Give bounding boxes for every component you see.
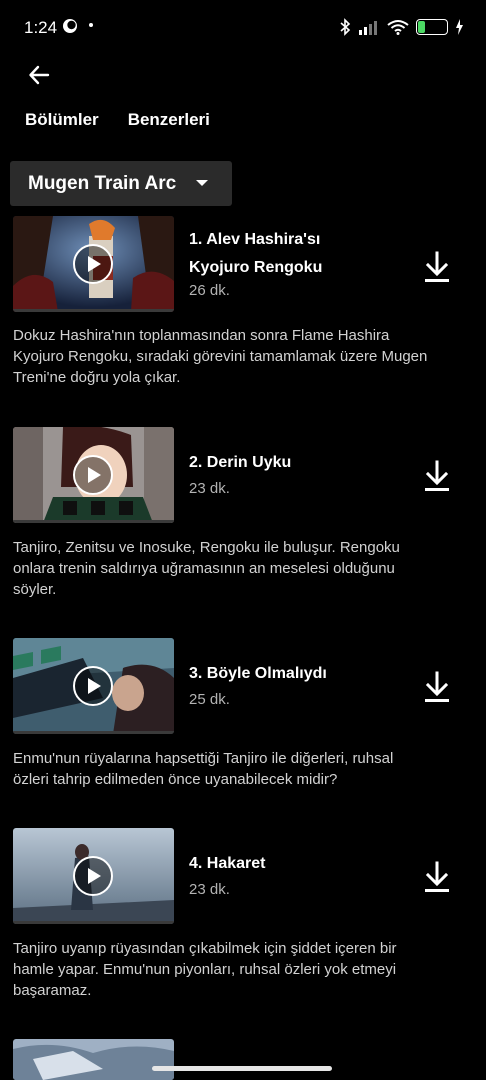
home-indicator[interactable]	[152, 1066, 332, 1071]
download-icon[interactable]	[423, 250, 451, 284]
play-icon	[73, 455, 113, 495]
back-button[interactable]	[22, 58, 56, 92]
wifi-icon	[387, 20, 409, 35]
episode-description: Tanjiro, Zenitsu ve Inosuke, Rengoku ile…	[13, 539, 400, 598]
episode-thumbnail-image	[13, 1039, 174, 1080]
charging-bolt-icon	[456, 19, 463, 35]
episode-duration: 25 dk.	[189, 691, 230, 708]
episode-title[interactable]: 1. Alev Hashira'sı Kyojuro Rengoku	[189, 226, 379, 282]
tab-similar[interactable]: Benzerleri	[128, 110, 210, 130]
episode-thumbnail[interactable]	[13, 1039, 174, 1080]
tab-bar: Bölümler Benzerleri	[25, 110, 210, 130]
status-bar: 1:24 19	[0, 0, 486, 56]
tab-episodes[interactable]: Bölümler	[25, 110, 99, 130]
notification-dot-icon	[89, 23, 93, 27]
arrow-left-icon	[29, 65, 50, 85]
episode-title[interactable]: 2. Derin Uyku	[189, 449, 379, 477]
episode-duration: 23 dk.	[189, 480, 230, 497]
episode-title[interactable]: 3. Böyle Olmalıydı	[189, 660, 379, 688]
signal-icon	[359, 21, 377, 35]
download-icon[interactable]	[423, 670, 451, 704]
status-icons: 19	[340, 17, 464, 37]
play-icon	[73, 666, 113, 706]
season-dropdown[interactable]: Mugen Train Arc	[10, 161, 232, 206]
episode-description: Enmu'nun rüyalarına hapsettiği Tanjiro i…	[13, 750, 394, 788]
download-icon[interactable]	[423, 459, 451, 493]
episode-duration: 26 dk.	[189, 282, 230, 299]
moon-icon	[63, 19, 77, 33]
season-dropdown-label: Mugen Train Arc	[28, 172, 177, 194]
caret-down-icon	[196, 180, 208, 186]
download-icon[interactable]	[423, 860, 451, 894]
episode-thumbnail[interactable]	[13, 638, 174, 734]
battery-icon: 19	[416, 19, 448, 35]
episode-thumbnail[interactable]	[13, 828, 174, 924]
play-icon	[73, 244, 113, 284]
episode-description: Tanjiro uyanıp rüyasından çıkabilmek içi…	[13, 940, 397, 999]
episode-thumbnail[interactable]	[13, 216, 174, 312]
play-icon	[73, 856, 113, 896]
episode-description: Dokuz Hashira'nın toplanmasından sonra F…	[13, 327, 428, 386]
episode-thumbnail[interactable]	[13, 427, 174, 523]
episode-title[interactable]: 4. Hakaret	[189, 850, 379, 878]
episode-duration: 23 dk.	[189, 881, 230, 898]
battery-level: 19	[425, 21, 439, 33]
status-time: 1:24	[24, 18, 58, 37]
bluetooth-icon	[340, 18, 351, 36]
